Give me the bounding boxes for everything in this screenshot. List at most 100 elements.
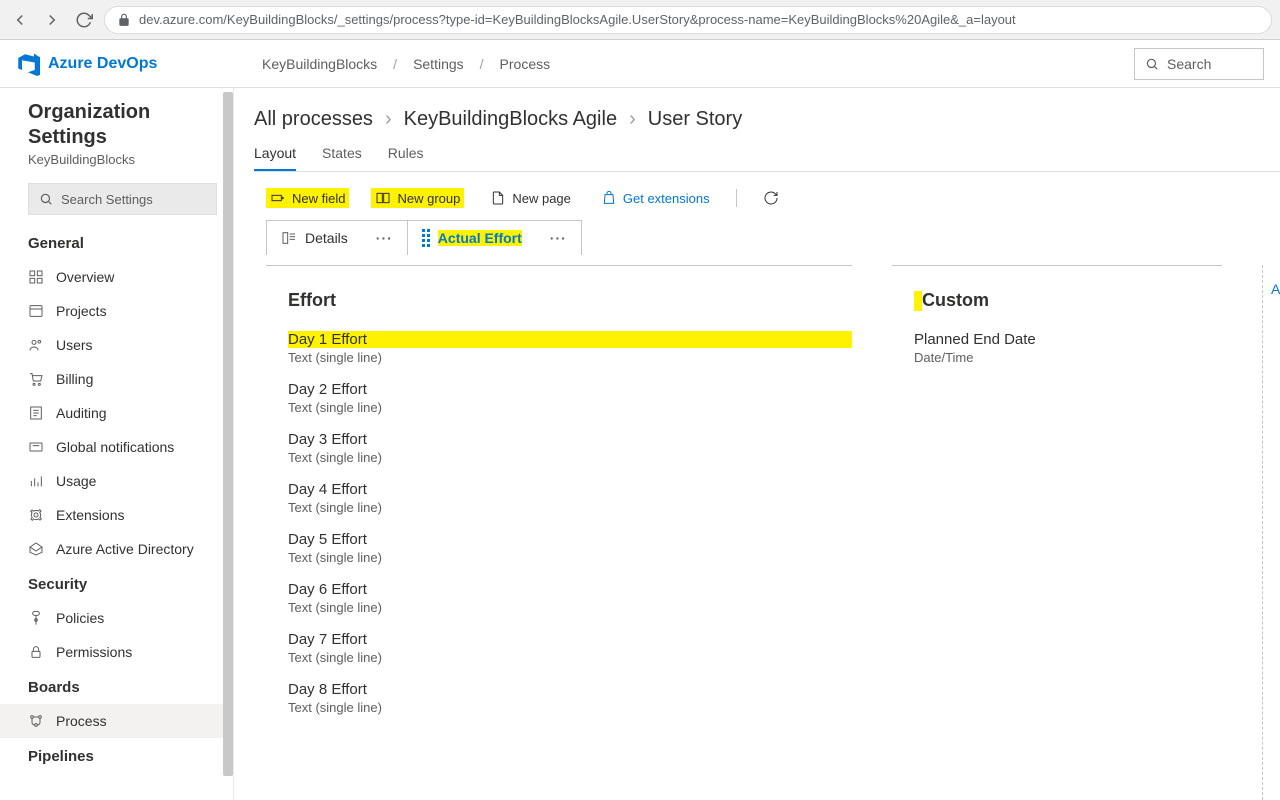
refresh-button[interactable] [759, 188, 783, 208]
more-icon[interactable]: ··· [376, 230, 393, 246]
breadcrumb-item[interactable]: Settings [413, 56, 464, 72]
field-type: Text (single line) [288, 650, 852, 665]
product-name: Azure DevOps [48, 55, 157, 73]
browser-bar: dev.azure.com/KeyBuildingBlocks/_setting… [0, 0, 1280, 40]
url-text: dev.azure.com/KeyBuildingBlocks/_setting… [139, 12, 1016, 27]
page-tab-label: Actual Effort [438, 230, 522, 246]
forward-icon[interactable] [40, 8, 64, 32]
field-item[interactable]: Day 2 Effort Text (single line) [288, 381, 852, 415]
lock-icon [117, 13, 131, 27]
toolbar: New field New group New page Get extensi… [254, 172, 1280, 220]
sidebar-org: KeyBuildingBlocks [28, 152, 217, 167]
sidebar-section-security: Security [28, 576, 217, 593]
page-tab-label: Details [305, 230, 348, 246]
field-item[interactable]: Day 3 Effort Text (single line) [288, 431, 852, 465]
group-effort: Effort Day 1 EffortText (single line) Day… [266, 265, 852, 800]
reload-icon[interactable] [72, 8, 96, 32]
sidebar-scrollbar[interactable] [223, 92, 233, 776]
field-type: Text (single line) [288, 400, 852, 415]
highlight-marker [914, 291, 922, 311]
field-type: Text (single line) [288, 450, 852, 465]
sidebar-section-boards: Boards [28, 679, 217, 696]
new-page-button[interactable]: New page [486, 188, 575, 208]
sidebar-item-usage[interactable]: Usage [28, 464, 217, 498]
field-item[interactable]: Day 4 Effort Text (single line) [288, 481, 852, 515]
new-group-button[interactable]: New group [371, 188, 464, 208]
breadcrumb-item[interactable]: KeyBuildingBlocks [262, 56, 377, 72]
search-placeholder: Search [1167, 56, 1211, 72]
sidebar-item-policies[interactable]: Policies [28, 601, 217, 635]
sidebar-item-permissions[interactable]: Permissions [28, 635, 217, 669]
group-title: Custom [922, 290, 989, 311]
sidebar-item-billing[interactable]: Billing [28, 362, 217, 396]
sidebar-section-general: General [28, 235, 217, 252]
back-icon[interactable] [8, 8, 32, 32]
page-breadcrumb: All processes › KeyBuildingBlocks Agile … [254, 108, 1280, 131]
field-type: Date/Time [914, 350, 1222, 365]
sidebar-item-users[interactable]: Users [28, 328, 217, 362]
field-item[interactable]: Day 1 EffortText (single line) [288, 331, 852, 365]
toolbar-divider [736, 189, 737, 207]
sidebar-search[interactable]: Search Settings [28, 183, 217, 215]
field-name: Day 2 Effort [288, 381, 852, 398]
main-content: All processes › KeyBuildingBlocks Agile … [234, 88, 1280, 800]
sidebar-search-placeholder: Search Settings [61, 192, 153, 207]
top-header: Azure DevOps KeyBuildingBlocks/ Settings… [0, 40, 1280, 88]
get-extensions-link[interactable]: Get extensions [597, 188, 714, 208]
new-field-button[interactable]: New field [266, 188, 349, 208]
field-item[interactable]: Day 5 Effort Text (single line) [288, 531, 852, 565]
sidebar-section-pipelines: Pipelines [28, 748, 217, 765]
page-tab-details[interactable]: Details ··· [266, 220, 408, 255]
field-name: Day 6 Effort [288, 581, 852, 598]
field-name: Day 8 Effort [288, 681, 852, 698]
sidebar-item-aad[interactable]: Azure Active Directory [28, 532, 217, 566]
field-item[interactable]: Day 8 Effort Text (single line) [288, 681, 852, 715]
global-search[interactable]: Search [1134, 48, 1264, 80]
sidebar-item-projects[interactable]: Projects [28, 294, 217, 328]
chevron-right-icon: › [629, 108, 636, 131]
new-group-icon [375, 190, 391, 206]
search-icon [39, 192, 53, 206]
page-tab-actual-effort[interactable]: Actual Effort ··· [408, 220, 582, 255]
tab-states[interactable]: States [322, 145, 362, 171]
logo-area[interactable]: Azure DevOps [16, 52, 262, 76]
field-type: Text (single line) [288, 500, 852, 515]
sidebar: OrganizationSettings KeyBuildingBlocks S… [0, 88, 234, 800]
page-crumb-process[interactable]: KeyBuildingBlocks Agile [404, 108, 617, 131]
more-icon[interactable]: ··· [550, 230, 567, 246]
truncated-panel: A [1262, 265, 1280, 800]
layout-tabs: Layout States Rules [254, 145, 1280, 172]
breadcrumb: KeyBuildingBlocks/ Settings/ Process [262, 56, 550, 72]
sidebar-item-overview[interactable]: Overview [28, 260, 217, 294]
chevron-right-icon: › [385, 108, 392, 131]
field-type: Text (single line) [288, 700, 852, 715]
field-name: Day 5 Effort [288, 531, 852, 548]
tab-rules[interactable]: Rules [388, 145, 424, 171]
page-crumb-all-processes[interactable]: All processes [254, 108, 373, 131]
url-bar[interactable]: dev.azure.com/KeyBuildingBlocks/_setting… [104, 6, 1272, 34]
search-icon [1145, 57, 1159, 71]
sidebar-item-process[interactable]: Process [0, 704, 233, 738]
field-name: Planned End Date [914, 331, 1222, 348]
field-item[interactable]: Planned End Date Date/Time [914, 331, 1222, 365]
page-crumb-workitem[interactable]: User Story [648, 108, 742, 131]
breadcrumb-item[interactable]: Process [500, 56, 551, 72]
tab-layout[interactable]: Layout [254, 145, 296, 171]
field-item[interactable]: Day 7 Effort Text (single line) [288, 631, 852, 665]
sidebar-item-global-notifications[interactable]: Global notifications [28, 430, 217, 464]
drag-handle-icon[interactable] [422, 229, 430, 247]
page-tabs: Details ··· Actual Effort ··· [254, 220, 1280, 255]
field-item[interactable]: Day 6 Effort Text (single line) [288, 581, 852, 615]
field-name: Day 3 Effort [288, 431, 852, 448]
sidebar-item-extensions[interactable]: Extensions [28, 498, 217, 532]
new-page-icon [490, 190, 506, 206]
field-type: Text (single line) [288, 600, 852, 615]
field-name: Day 4 Effort [288, 481, 852, 498]
group-title: Effort [288, 290, 336, 311]
group-custom: Custom Planned End Date Date/Time [892, 265, 1222, 800]
field-type: Text (single line) [288, 550, 852, 565]
field-name: Day 7 Effort [288, 631, 852, 648]
new-field-icon [270, 190, 286, 206]
sidebar-item-auditing[interactable]: Auditing [28, 396, 217, 430]
field-type: Text (single line) [288, 350, 852, 365]
